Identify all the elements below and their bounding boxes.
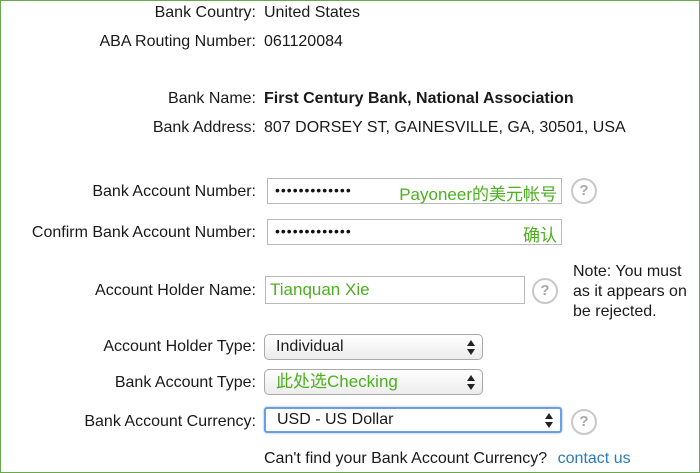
account-number-help-icon[interactable]: ? [571, 178, 597, 204]
account-holder-name-value: Tianquan Xie [270, 280, 370, 299]
confirm-account-number-label: Confirm Bank Account Number: [31, 224, 256, 241]
bank-name-label: Bank Name: [167, 90, 256, 107]
account-number-label: Bank Account Number: [92, 183, 256, 200]
aba-routing-value: 061120084 [264, 33, 343, 50]
note-line-3: be rejected. [573, 303, 657, 320]
account-number-masked: ••••••••••••• [275, 182, 352, 198]
contact-us-link[interactable]: contact us [558, 450, 631, 467]
updown-arrows-icon [467, 338, 475, 356]
bank-account-currency-label: Bank Account Currency: [84, 413, 256, 430]
cant-find-currency-question: Can't find your Bank Account Currency? [264, 450, 548, 467]
account-holder-type-label: Account Holder Type: [103, 338, 256, 355]
confirm-account-number-masked: ••••••••••••• [275, 223, 352, 239]
account-holder-name-help-icon[interactable]: ? [532, 278, 558, 304]
bank-name-value: First Century Bank, National Association [264, 90, 574, 107]
account-number-field[interactable]: ••••••••••••• Payoneer的美元帐号 [267, 178, 562, 204]
bank-account-type-select[interactable]: 此处选Checking [264, 369, 483, 395]
bank-account-currency-value: USD - US Dollar [277, 411, 394, 428]
bank-address-value: 807 DORSEY ST, GAINESVILLE, GA, 30501, U… [264, 119, 626, 136]
currency-help-icon[interactable]: ? [571, 409, 597, 435]
note-line-1: Note: You must [573, 263, 682, 280]
note-text: Note: You must as it appears on be rejec… [573, 262, 687, 322]
confirm-account-number-field[interactable]: ••••••••••••• 确认 [267, 219, 562, 245]
account-holder-name-field[interactable]: Tianquan Xie [265, 276, 525, 304]
aba-routing-label: ABA Routing Number: [99, 33, 256, 50]
account-holder-name-label: Account Holder Name: [95, 282, 256, 299]
bank-country-label: Bank Country: [154, 4, 256, 21]
note-line-2: as it appears on [573, 283, 687, 300]
bank-account-type-label: Bank Account Type: [114, 374, 256, 391]
account-holder-type-value: Individual [276, 338, 344, 355]
confirm-annotation: 确认 [523, 226, 557, 245]
bank-address-label: Bank Address: [152, 119, 256, 136]
bank-country-value: United States [264, 4, 361, 21]
updown-arrows-icon [545, 411, 553, 429]
bank-account-type-value: 此处选Checking [276, 372, 398, 391]
bank-account-currency-select[interactable]: USD - US Dollar [264, 407, 562, 433]
account-holder-type-select[interactable]: Individual [264, 334, 483, 360]
account-number-annotation: Payoneer的美元帐号 [399, 185, 557, 204]
updown-arrows-icon [467, 373, 475, 391]
cant-find-currency-text: Can't find your Bank Account Currency? c… [264, 450, 631, 468]
